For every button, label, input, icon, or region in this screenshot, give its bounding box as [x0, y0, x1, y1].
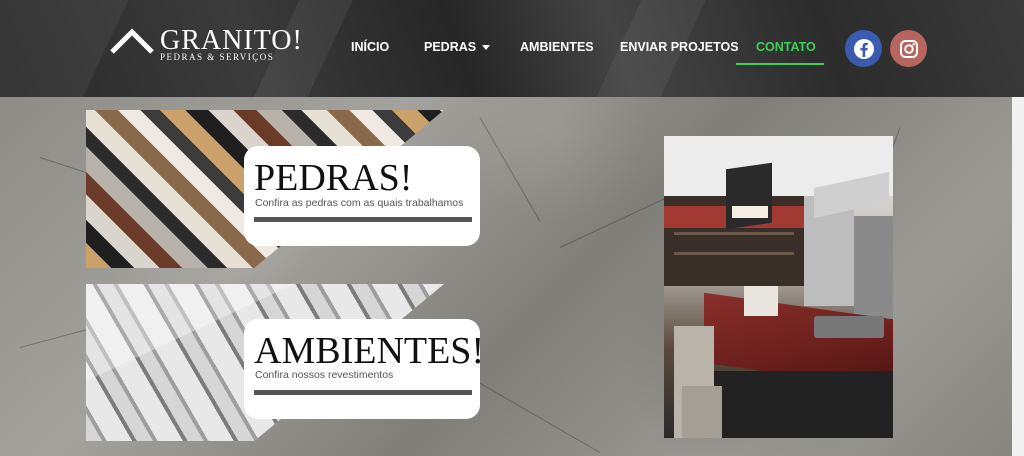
pedras-title: PEDRAS! [254, 157, 413, 199]
facebook-icon [853, 38, 874, 59]
nav-item-pedras-label: PEDRAS [424, 40, 477, 54]
active-nav-underline [736, 63, 824, 65]
nav-item-contato[interactable]: CONTATO [756, 40, 816, 54]
ambientes-title: AMBIENTES! [254, 330, 485, 372]
site-header: GRANITO! PEDRAS & SERVIÇOS INÍCIO PEDRAS… [0, 0, 1024, 97]
ambientes-divider [254, 390, 472, 395]
facebook-button[interactable] [845, 30, 882, 67]
nav-item-pedras[interactable]: PEDRAS [424, 40, 491, 54]
pedras-subtitle: Confira as pedras com as quais trabalham… [255, 197, 464, 209]
nav-item-inicio[interactable]: INÍCIO [351, 40, 389, 54]
pedras-card[interactable]: PEDRAS! Confira as pedras com as quais t… [244, 146, 480, 246]
pedras-divider [254, 217, 472, 222]
ambientes-card[interactable]: AMBIENTES! Confira nossos revestimentos [244, 319, 484, 419]
page-scrollbar[interactable] [1012, 97, 1024, 456]
house-roof-icon [110, 26, 154, 56]
instagram-button[interactable] [890, 30, 927, 67]
brand-logo[interactable]: GRANITO! PEDRAS & SERVIÇOS [110, 26, 303, 62]
chevron-down-icon [482, 45, 491, 51]
nav-item-ambientes[interactable]: AMBIENTES [520, 40, 594, 54]
ambientes-subtitle: Confira nossos revestimentos [255, 369, 394, 381]
kitchen-photo [664, 136, 893, 438]
nav-item-enviar-projetos[interactable]: ENVIAR PROJETOS [620, 40, 739, 54]
instagram-icon [899, 39, 918, 58]
